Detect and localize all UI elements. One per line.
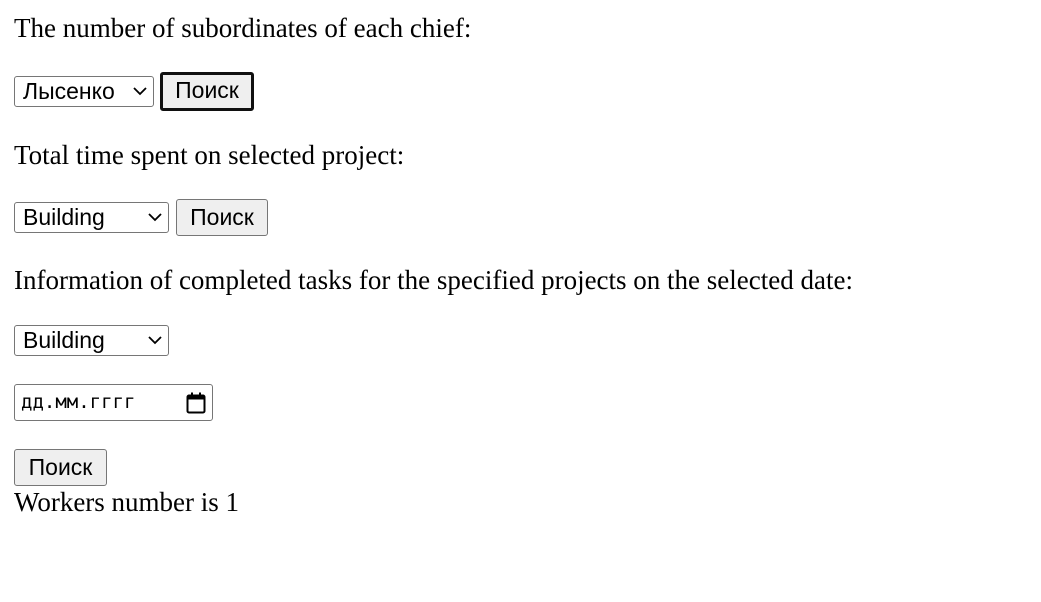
subordinates-search-button[interactable]: Поиск: [160, 72, 254, 111]
date-input[interactable]: дд.мм.гггг: [14, 384, 213, 421]
result-text: Workers number is 1: [14, 487, 240, 517]
completed-tasks-label: Information of completed tasks for the s…: [14, 265, 853, 295]
project-select-tasks[interactable]: Building: [14, 325, 169, 356]
date-input-placeholder: дд.мм.гггг: [21, 391, 136, 413]
page: The number of subordinates of each chief…: [0, 0, 1041, 602]
calendar-icon[interactable]: [186, 392, 206, 414]
project-select-tasks-value: Building: [23, 327, 105, 353]
chief-select-value: Лысенко: [23, 78, 115, 104]
chevron-down-icon: [148, 336, 162, 345]
subordinates-label: The number of subordinates of each chief…: [14, 13, 472, 43]
chief-select[interactable]: Лысенко: [14, 76, 154, 107]
chevron-down-icon: [148, 213, 162, 222]
project-select-time[interactable]: Building: [14, 202, 169, 233]
chevron-down-icon: [133, 87, 147, 96]
project-select-time-value: Building: [23, 204, 105, 230]
time-spent-label: Total time spent on selected project:: [14, 140, 405, 170]
completed-tasks-search-button[interactable]: Поиск: [14, 449, 107, 486]
time-spent-search-button[interactable]: Поиск: [176, 199, 268, 236]
